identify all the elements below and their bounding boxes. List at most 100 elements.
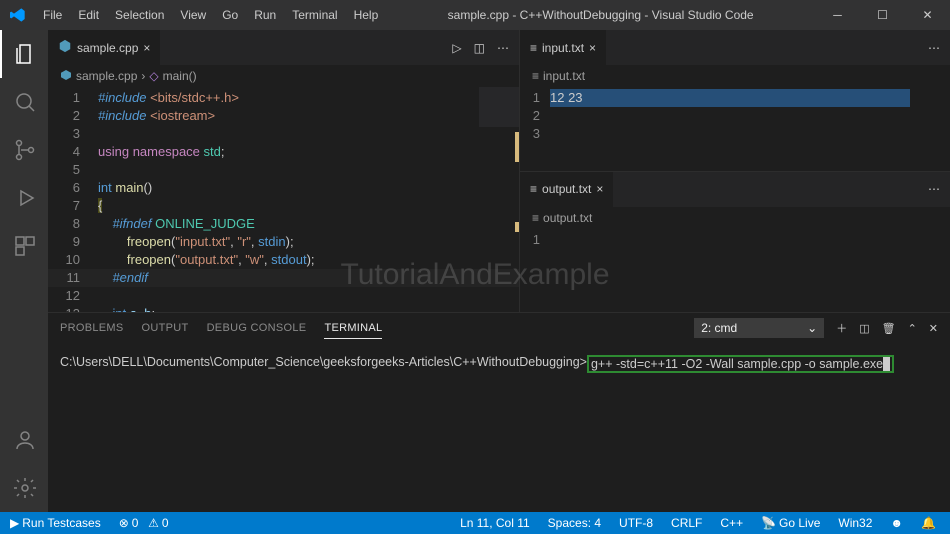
code-editor-output[interactable]: 1 — [520, 229, 950, 313]
menu-selection[interactable]: Selection — [107, 0, 172, 30]
panel-tab-terminal[interactable]: TERMINAL — [324, 318, 382, 339]
code-line[interactable]: 112 23 — [520, 89, 950, 107]
close-panel-icon[interactable]: ✕ — [929, 322, 938, 335]
tab-output-txt[interactable]: ≡ output.txt × — [520, 172, 613, 207]
cpp-file-icon — [60, 69, 72, 84]
status-language[interactable]: C++ — [716, 516, 747, 530]
code-line[interactable]: 3 — [48, 125, 519, 143]
files-icon[interactable] — [0, 30, 48, 78]
status-cursor-position[interactable]: Ln 11, Col 11 — [456, 516, 534, 530]
code-line[interactable]: 13 int a, b; — [48, 305, 519, 312]
extensions-icon[interactable] — [0, 222, 48, 270]
close-icon[interactable]: × — [143, 41, 150, 55]
status-run-testcases[interactable]: ▶ Run Testcases — [6, 516, 105, 530]
status-bar: ▶ Run Testcases ⊗ 0 ⚠ 0 Ln 11, Col 11 Sp… — [0, 512, 950, 534]
text-file-icon: ≡ — [532, 69, 539, 83]
code-line[interactable]: 3 — [520, 125, 950, 143]
chevron-right-icon: › — [141, 69, 145, 83]
maximize-button[interactable]: ☐ — [860, 0, 905, 30]
panel-tab-output[interactable]: OUTPUT — [142, 318, 189, 338]
code-line[interactable]: 5 — [48, 161, 519, 179]
code-line[interactable]: 1 — [520, 231, 950, 249]
editor-group-side: ≡ input.txt × ⋯ ≡ input.txt 112 2323 — [520, 30, 950, 312]
breadcrumb-file: output.txt — [543, 211, 592, 225]
status-go-live[interactable]: 📡 Go Live — [757, 516, 824, 530]
menu-view[interactable]: View — [172, 0, 214, 30]
panel-tab-debug-console[interactable]: DEBUG CONSOLE — [207, 318, 307, 338]
code-line[interactable]: 8 #ifndef ONLINE_JUDGE — [48, 215, 519, 233]
maximize-panel-icon[interactable]: ⌃ — [908, 322, 917, 335]
code-line[interactable]: 1#include <bits/stdc++.h> — [48, 89, 519, 107]
terminal-prompt: C:\Users\DELL\Documents\Computer_Science… — [60, 355, 587, 373]
status-feedback-icon[interactable]: ☻ — [886, 516, 907, 530]
error-count: 0 — [132, 516, 139, 530]
warning-count: 0 — [162, 516, 169, 530]
split-terminal-icon[interactable]: ◫ — [859, 322, 869, 335]
text-file-icon: ≡ — [530, 41, 537, 55]
status-os[interactable]: Win32 — [834, 516, 876, 530]
code-line[interactable]: 11 #endif — [48, 269, 519, 287]
minimap[interactable] — [479, 87, 519, 127]
terminal-command: g++ -std=c++11 -O2 -Wall sample.cpp -o s… — [591, 357, 883, 371]
cursor — [883, 357, 890, 371]
terminal-selector[interactable]: 2: cmd ⌄ — [694, 318, 824, 338]
terminal[interactable]: C:\Users\DELL\Documents\Computer_Science… — [48, 343, 950, 512]
tab-input-txt[interactable]: ≡ input.txt × — [520, 30, 606, 65]
tab-sample-cpp[interactable]: sample.cpp × — [48, 30, 160, 65]
titlebar: FileEditSelectionViewGoRunTerminalHelp s… — [0, 0, 950, 30]
menu-terminal[interactable]: Terminal — [284, 0, 345, 30]
search-icon[interactable] — [0, 78, 48, 126]
breadcrumb[interactable]: ≡ input.txt — [520, 65, 950, 87]
debug-icon[interactable] — [0, 174, 48, 222]
tab-label: output.txt — [542, 182, 591, 196]
split-editor-icon[interactable]: ◫ — [474, 41, 485, 55]
minimize-button[interactable]: ─ — [815, 0, 860, 30]
more-icon[interactable]: ⋯ — [497, 41, 509, 55]
account-icon[interactable] — [0, 416, 48, 464]
tab-label: sample.cpp — [77, 41, 138, 55]
breadcrumb[interactable]: ≡ output.txt — [520, 207, 950, 229]
window-title: sample.cpp - C++WithoutDebugging - Visua… — [386, 8, 815, 22]
run-icon[interactable]: ▷ — [452, 41, 461, 55]
menu-edit[interactable]: Edit — [70, 0, 107, 30]
close-icon[interactable]: × — [589, 41, 596, 55]
more-icon[interactable]: ⋯ — [928, 182, 940, 196]
menu-run[interactable]: Run — [246, 0, 284, 30]
new-terminal-icon[interactable]: ＋ — [836, 320, 847, 336]
breadcrumb-file: input.txt — [543, 69, 585, 83]
close-icon[interactable]: × — [596, 182, 603, 196]
source-control-icon[interactable] — [0, 126, 48, 174]
menu-help[interactable]: Help — [346, 0, 387, 30]
close-button[interactable]: ✕ — [905, 0, 950, 30]
status-problems[interactable]: ⊗ 0 ⚠ 0 — [115, 516, 173, 530]
code-line[interactable]: 4using namespace std; — [48, 143, 519, 161]
breadcrumb-symbol: main() — [163, 69, 197, 83]
breadcrumb[interactable]: sample.cpp › ◇ main() — [48, 65, 519, 87]
menu-go[interactable]: Go — [214, 0, 246, 30]
menu-file[interactable]: File — [35, 0, 70, 30]
terminal-select-value: 2: cmd — [701, 321, 737, 335]
overview-ruler — [515, 87, 519, 312]
method-icon: ◇ — [149, 69, 158, 83]
settings-gear-icon[interactable] — [0, 464, 48, 512]
code-line[interactable]: 2#include <iostream> — [48, 107, 519, 125]
code-line[interactable]: 7{ — [48, 197, 519, 215]
trash-icon[interactable]: 🗑 — [882, 322, 896, 335]
panel-tab-problems[interactable]: PROBLEMS — [60, 318, 124, 338]
vscode-logo-icon — [0, 7, 35, 23]
code-line[interactable]: 2 — [520, 107, 950, 125]
status-encoding[interactable]: UTF-8 — [615, 516, 657, 530]
menu-bar: FileEditSelectionViewGoRunTerminalHelp — [35, 0, 386, 30]
code-line[interactable]: 12 — [48, 287, 519, 305]
code-editor[interactable]: 1#include <bits/stdc++.h>2#include <iost… — [48, 87, 519, 312]
editor-group-main: sample.cpp × ▷ ◫ ⋯ sample.cpp › ◇ main() — [48, 30, 520, 312]
code-line[interactable]: 10 freopen("output.txt", "w", stdout); — [48, 251, 519, 269]
code-line[interactable]: 6int main() — [48, 179, 519, 197]
status-indent[interactable]: Spaces: 4 — [544, 516, 605, 530]
status-eol[interactable]: CRLF — [667, 516, 706, 530]
breadcrumb-file: sample.cpp — [76, 69, 137, 83]
status-bell-icon[interactable]: 🔔 — [917, 516, 940, 530]
more-icon[interactable]: ⋯ — [928, 41, 940, 55]
code-editor-input[interactable]: 112 2323 — [520, 87, 950, 171]
code-line[interactable]: 9 freopen("input.txt", "r", stdin); — [48, 233, 519, 251]
